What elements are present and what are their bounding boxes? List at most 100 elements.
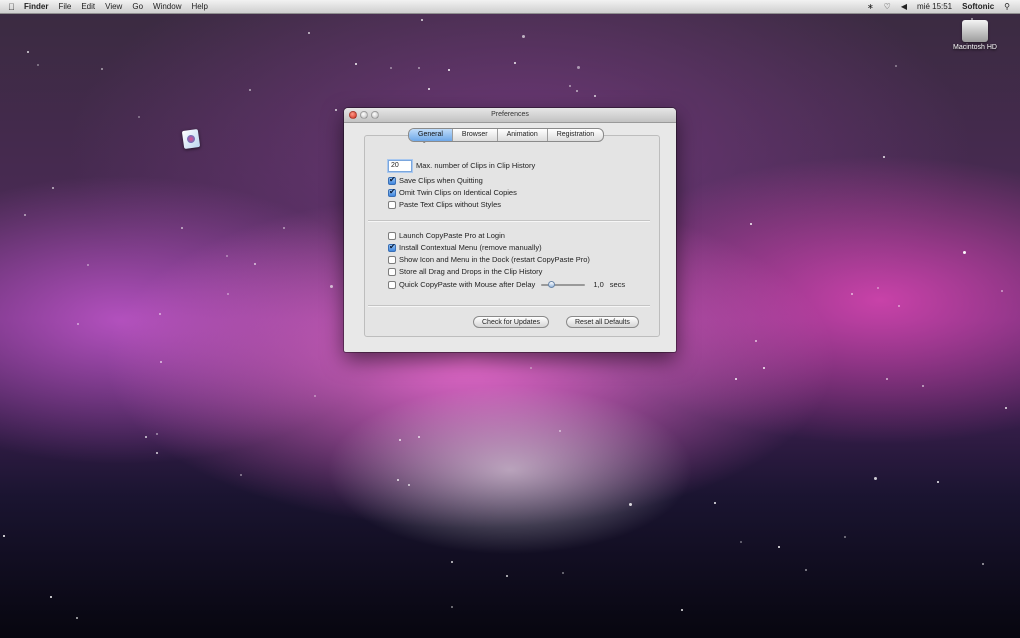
option-dock-icon[interactable]: Show Icon and Menu in the Dock (restart … <box>388 254 590 265</box>
tab-registration[interactable]: Registration <box>548 129 603 141</box>
volume-icon[interactable]: ◀ <box>901 2 907 11</box>
reset-defaults-button[interactable]: Reset all Defaults <box>566 316 639 328</box>
copypaste-desktop-icon[interactable] <box>181 128 201 150</box>
contextual-menu-label: Install Contextual Menu (remove manually… <box>399 243 542 252</box>
tab-general[interactable]: General <box>409 129 453 141</box>
star <box>963 251 966 254</box>
star <box>283 227 285 229</box>
star <box>895 65 897 67</box>
star <box>156 452 158 454</box>
store-drags-label: Store all Drag and Drops in the Clip His… <box>399 267 543 276</box>
save-clips-checkbox[interactable] <box>388 175 396 185</box>
zoom-button[interactable] <box>371 111 379 119</box>
bluetooth-icon[interactable]: ∗ <box>867 2 874 11</box>
option-save-clips[interactable]: Save Clips when Quitting <box>388 175 483 186</box>
tab-animation[interactable]: Animation <box>498 129 548 141</box>
dock-icon-checkbox[interactable] <box>388 255 396 264</box>
star <box>249 89 251 91</box>
star <box>594 95 596 97</box>
star <box>240 474 242 476</box>
star <box>335 109 337 111</box>
star <box>937 481 939 483</box>
star <box>576 90 578 92</box>
minimize-button[interactable] <box>360 111 368 119</box>
option-paste-plain[interactable]: Paste Text Clips without Styles <box>388 199 501 210</box>
star <box>877 287 879 289</box>
window-title: Preferences <box>491 111 529 118</box>
star <box>451 606 453 608</box>
star <box>778 546 780 548</box>
menu-window[interactable]: Window <box>153 2 181 11</box>
preferences-window: Preferences General Browser Animation Re… <box>344 108 676 352</box>
star <box>428 88 430 90</box>
star <box>514 62 516 64</box>
launch-login-checkbox[interactable] <box>388 231 396 240</box>
star <box>569 85 571 87</box>
macintosh-hd-desktop-icon[interactable]: Macintosh HD <box>946 20 1004 51</box>
star <box>922 385 924 387</box>
star <box>898 305 900 307</box>
star <box>755 340 757 342</box>
max-clips-label: Max. number of Clips in Clip History <box>416 161 536 170</box>
dock-icon-label: Show Icon and Menu in the Dock (restart … <box>399 255 590 264</box>
star <box>227 293 229 295</box>
omit-twin-checkbox[interactable] <box>388 187 396 197</box>
title-bar[interactable]: Preferences <box>344 108 676 123</box>
spotlight-search-icon[interactable]: ⚲ <box>1004 2 1010 11</box>
star <box>156 433 158 435</box>
star <box>397 479 399 481</box>
star <box>181 227 183 229</box>
clock[interactable]: mié 15:51 <box>917 2 952 11</box>
star <box>76 617 78 619</box>
user-name[interactable]: Softonic <box>962 2 994 11</box>
max-clips-input[interactable]: 20 <box>387 158 413 173</box>
star <box>101 68 103 70</box>
star <box>3 535 5 537</box>
star <box>87 264 89 266</box>
star <box>27 51 29 53</box>
slider-knob[interactable] <box>548 280 556 288</box>
star <box>408 484 410 486</box>
star <box>254 263 256 265</box>
star <box>735 378 737 380</box>
menu-go[interactable]: Go <box>132 2 143 11</box>
option-launch-login[interactable]: Launch CopyPaste Pro at Login <box>388 230 505 241</box>
menu-view[interactable]: View <box>105 2 122 11</box>
close-button[interactable] <box>349 111 357 119</box>
star <box>418 67 420 69</box>
quick-copypaste-checkbox[interactable] <box>388 280 396 289</box>
star <box>355 63 357 65</box>
option-quick-copypaste[interactable]: Quick CopyPaste with Mouse after Delay 1… <box>388 279 625 290</box>
menu-file[interactable]: File <box>58 2 71 11</box>
menu-help[interactable]: Help <box>191 2 207 11</box>
contextual-menu-checkbox[interactable] <box>388 242 396 252</box>
star <box>530 367 532 369</box>
tab-browser[interactable]: Browser <box>453 129 498 141</box>
wifi-icon[interactable]: ♡ <box>884 2 891 11</box>
star <box>448 69 450 71</box>
apple-icon[interactable]:  <box>8 2 18 12</box>
star <box>844 536 846 538</box>
hard-drive-icon <box>962 20 988 42</box>
delay-unit: secs <box>609 280 626 289</box>
star <box>763 367 765 369</box>
star <box>982 563 984 565</box>
paste-plain-checkbox[interactable] <box>388 200 396 209</box>
paste-plain-label: Paste Text Clips without Styles <box>399 200 501 209</box>
option-contextual-menu[interactable]: Install Contextual Menu (remove manually… <box>388 242 542 253</box>
star <box>138 116 140 118</box>
star <box>330 285 333 288</box>
launch-login-label: Launch CopyPaste Pro at Login <box>399 231 505 240</box>
star <box>740 541 742 543</box>
option-store-drags[interactable]: Store all Drag and Drops in the Clip His… <box>388 266 542 277</box>
option-omit-twin[interactable]: Omit Twin Clips on Identical Copies <box>388 187 517 198</box>
store-drags-checkbox[interactable] <box>388 267 396 276</box>
menu-finder[interactable]: Finder <box>24 2 48 11</box>
star <box>159 313 161 315</box>
menu-edit[interactable]: Edit <box>81 2 95 11</box>
delay-slider[interactable] <box>541 280 586 289</box>
window-controls <box>349 111 382 119</box>
star <box>52 187 54 189</box>
check-updates-button[interactable]: Check for Updates <box>473 316 549 328</box>
menu-extras: ∗ ♡ ◀ mié 15:51 Softonic ⚲ <box>857 2 1020 11</box>
